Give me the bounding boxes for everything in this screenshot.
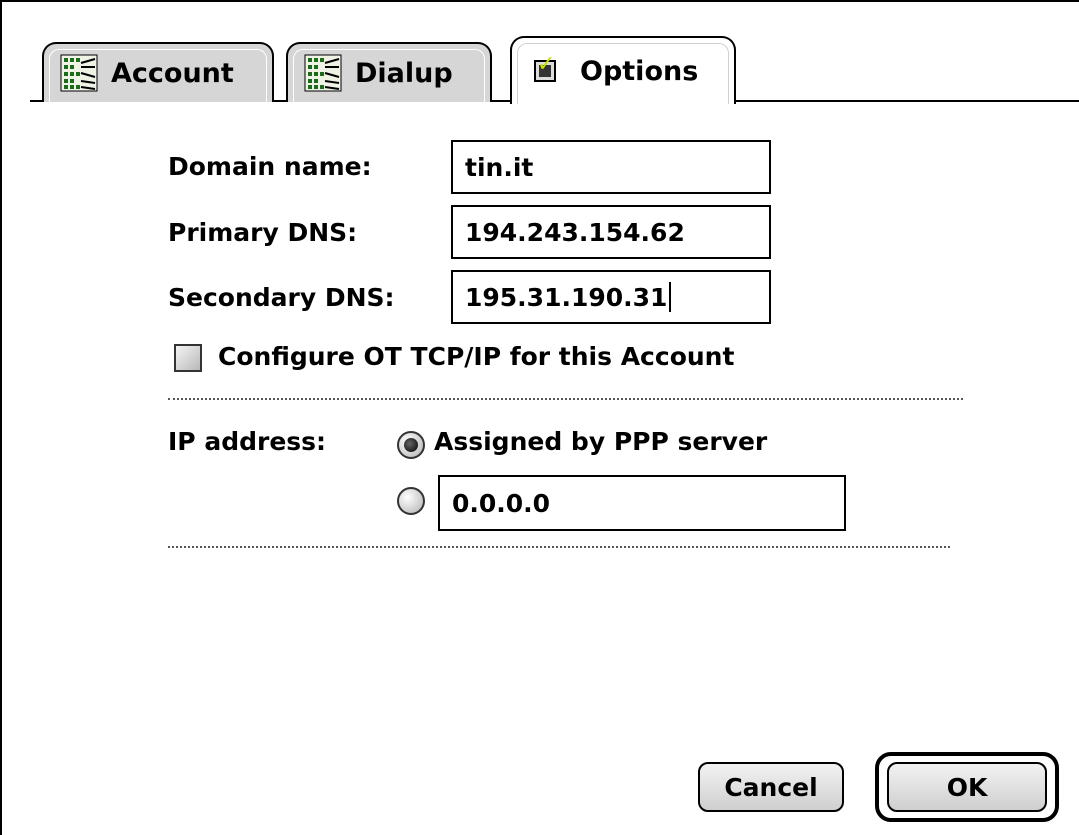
cancel-button-label: Cancel: [724, 772, 818, 802]
secondary-dns-field[interactable]: 195.31.190.31: [451, 270, 771, 324]
ip-address-value: 0.0.0.0: [452, 488, 551, 518]
tab-options[interactable]: ✓ Options: [510, 36, 736, 104]
secondary-dns-value: 195.31.190.31: [465, 282, 668, 312]
configure-tcpip-label: Configure OT TCP/IP for this Account: [218, 342, 735, 371]
network-icon: [60, 54, 98, 92]
cancel-button[interactable]: Cancel: [698, 762, 844, 812]
ip-assigned-radio[interactable]: [397, 431, 425, 459]
tab-label-account: Account: [111, 57, 234, 89]
ip-manual-radio[interactable]: [397, 487, 425, 515]
primary-dns-label: Primary DNS:: [168, 218, 358, 247]
window-left-border: [0, 0, 2, 835]
domain-name-field[interactable]: tin.it: [451, 140, 771, 194]
window-top-border: [0, 0, 1079, 2]
checkbox-checked-icon: ✓: [534, 52, 556, 82]
primary-dns-value: 194.243.154.62: [465, 217, 685, 247]
tab-label-options: Options: [580, 55, 699, 87]
configure-tcpip-checkbox[interactable]: [174, 344, 202, 372]
ip-assigned-label: Assigned by PPP server: [434, 427, 768, 456]
ok-button-label: OK: [946, 772, 988, 802]
domain-name-label: Domain name:: [168, 152, 372, 181]
primary-dns-field[interactable]: 194.243.154.62: [451, 205, 771, 259]
domain-name-value: tin.it: [465, 152, 534, 182]
network-icon: [304, 54, 342, 92]
divider-bottom: [168, 546, 950, 548]
ip-address-field[interactable]: 0.0.0.0: [438, 475, 846, 531]
text-cursor: [669, 282, 672, 312]
ok-button[interactable]: OK: [887, 762, 1047, 812]
tab-dialup[interactable]: Dialup: [286, 42, 492, 102]
secondary-dns-label: Secondary DNS:: [168, 283, 395, 312]
divider-top: [168, 398, 963, 400]
tab-label-dialup: Dialup: [355, 57, 453, 89]
tab-account[interactable]: Account: [42, 42, 274, 102]
ip-address-label: IP address:: [168, 427, 327, 456]
